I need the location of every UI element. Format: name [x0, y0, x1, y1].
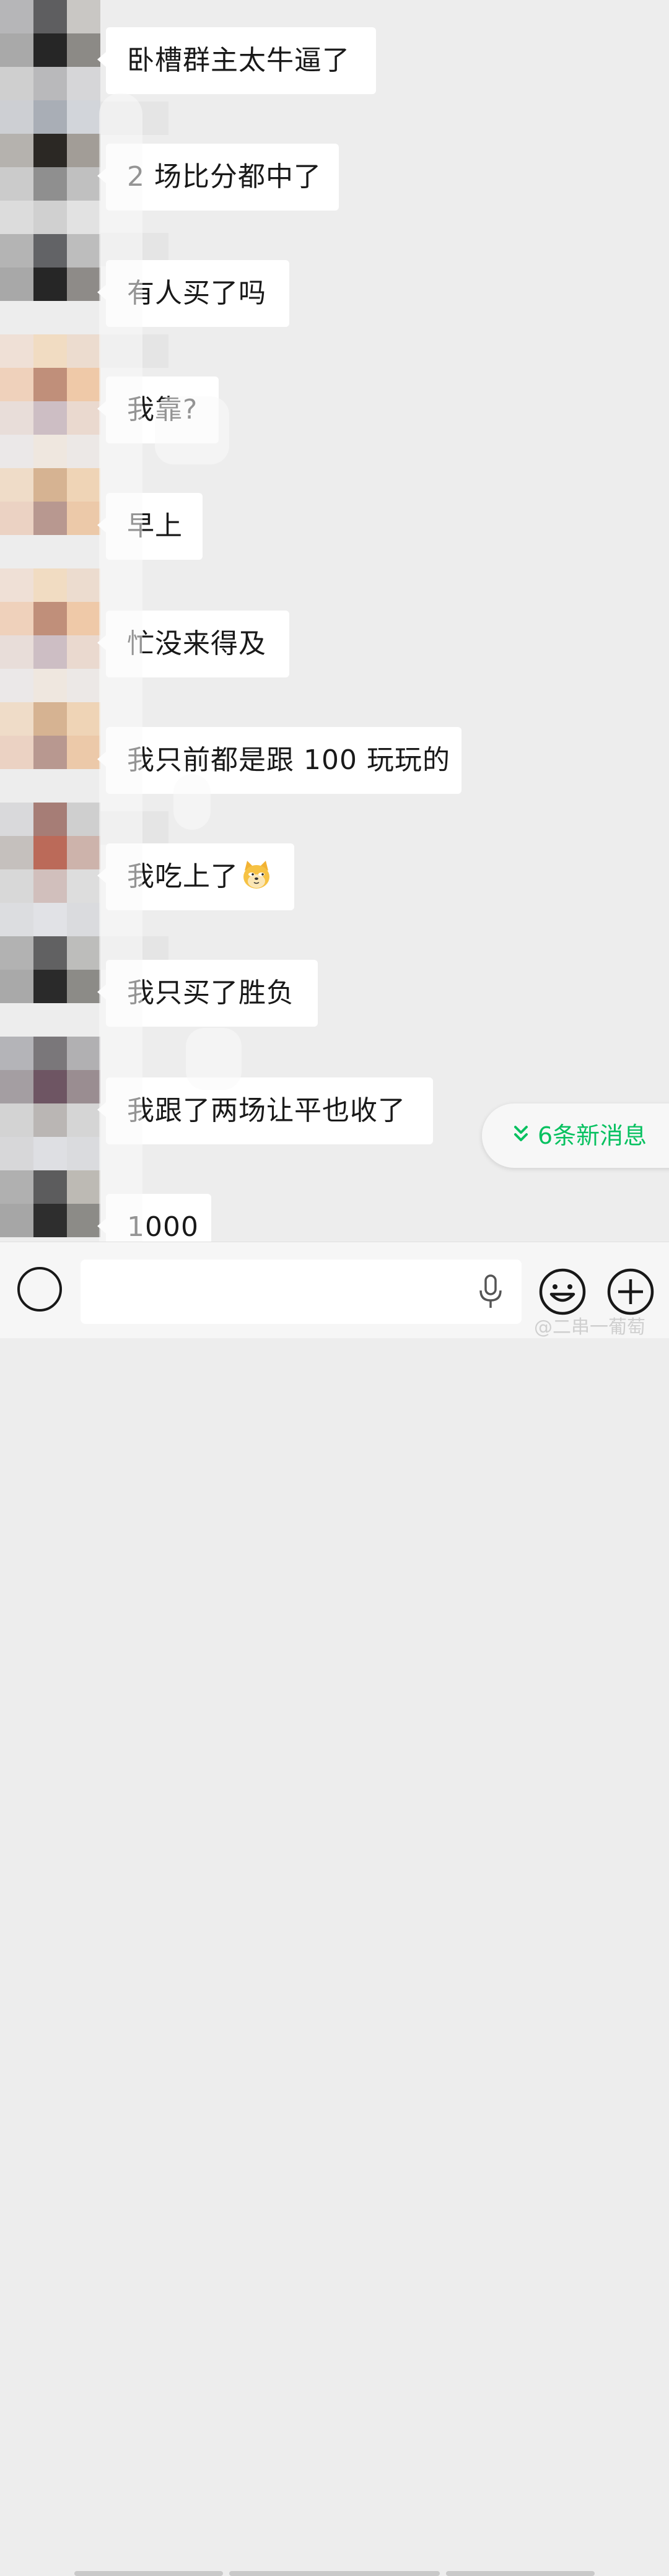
- message-bubble[interactable]: 我跟了两场让平也收了: [97, 1077, 433, 1144]
- double-chevron-down-icon: [514, 1126, 528, 1141]
- home-indicator: [74, 2571, 223, 2576]
- new-messages-button[interactable]: 6条新消息: [482, 1103, 669, 1168]
- avatar[interactable]: [0, 1037, 100, 1137]
- censor-smear: [173, 774, 211, 830]
- avatar[interactable]: [0, 803, 100, 903]
- message-bubble[interactable]: 卧槽群主太牛逼了: [97, 27, 376, 94]
- emoji-face-icon[interactable]: [538, 1267, 587, 1316]
- message-text: 2 场比分都中了: [127, 161, 321, 193]
- avatar[interactable]: [0, 435, 100, 535]
- microphone-icon[interactable]: [477, 1274, 504, 1309]
- home-indicator: [229, 2571, 440, 2576]
- avatar[interactable]: [0, 903, 100, 1003]
- message-text: 我只买了胜负: [127, 977, 294, 1009]
- avatar[interactable]: [0, 100, 100, 201]
- avatar[interactable]: [0, 334, 100, 435]
- censor-smear: [186, 1028, 242, 1090]
- message-text: 有人买了吗: [127, 277, 266, 309]
- censor-smear: [155, 396, 229, 464]
- home-indicator: [446, 2571, 595, 2576]
- message-bubble[interactable]: 我只前都是跟 100 玩玩的: [97, 727, 461, 794]
- message-text: 卧槽群主太牛逼了: [127, 45, 350, 76]
- message-text: 忙没来得及: [127, 628, 266, 659]
- avatar[interactable]: [0, 201, 100, 301]
- message-input[interactable]: [81, 1260, 522, 1324]
- avatar[interactable]: [0, 0, 100, 100]
- chat-area[interactable]: 卧槽群主太牛逼了 2 场比分都中了 有人买了吗 我靠? 早上: [0, 0, 669, 1242]
- plus-icon[interactable]: [606, 1267, 655, 1316]
- avatar[interactable]: [0, 669, 100, 769]
- censor-smear: [99, 93, 142, 1242]
- avatar[interactable]: [0, 1137, 100, 1237]
- avatar[interactable]: [0, 568, 100, 669]
- message-text: 我跟了两场让平也收了: [127, 1095, 406, 1126]
- new-messages-label: 6条新消息: [538, 1122, 647, 1149]
- message-text: 我吃上了: [127, 843, 272, 910]
- voice-icon[interactable]: [17, 1267, 62, 1312]
- dog-doge-emoji: [243, 861, 269, 889]
- watermark: @二串一葡萄: [534, 1316, 645, 1338]
